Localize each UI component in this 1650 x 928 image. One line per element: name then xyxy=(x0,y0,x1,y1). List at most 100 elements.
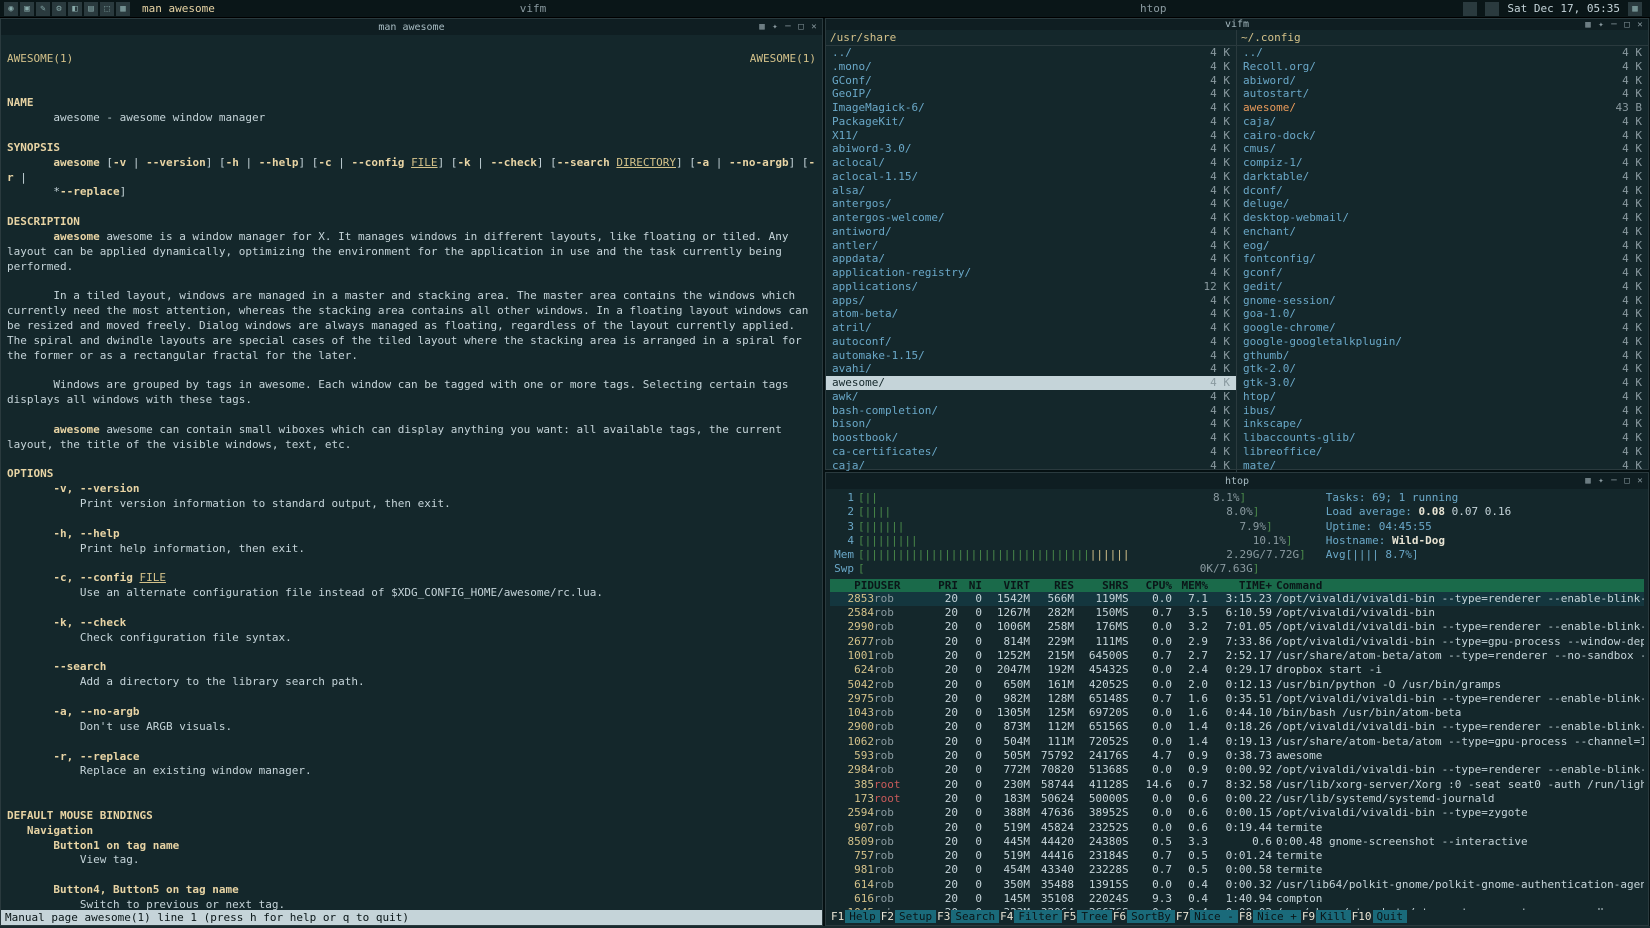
file-row[interactable]: antergos-welcome/4 K xyxy=(826,211,1236,225)
process-row[interactable]: 981 rob200454M4334023228 S0.70.50:00.58t… xyxy=(830,863,1644,877)
file-row[interactable]: fontconfig/4 K xyxy=(1237,252,1648,266)
file-row[interactable]: gnome-session/4 K xyxy=(1237,294,1648,308)
maximize-icon[interactable]: □ xyxy=(795,21,807,33)
process-row[interactable]: 907 rob200519M4582423252 S0.00.60:19.44t… xyxy=(830,821,1644,835)
layout-icon[interactable]: ▦ xyxy=(1628,2,1642,16)
file-row[interactable]: goa-1.0/4 K xyxy=(1237,307,1648,321)
process-row[interactable]: 593 rob200505M7579224176 S4.70.90:38.73a… xyxy=(830,749,1644,763)
file-row[interactable]: ../4 K xyxy=(826,46,1236,60)
fkey-sortby[interactable]: F6SortBy xyxy=(1112,910,1175,923)
process-row[interactable]: 2984 rob200772M7082051368 S0.00.90:00.92… xyxy=(830,763,1644,777)
process-row[interactable]: 2584 rob2001267M282M150M S0.73.56:10.59/… xyxy=(830,606,1644,620)
file-row[interactable]: aclocal-1.15/4 K xyxy=(826,170,1236,184)
file-row[interactable]: aclocal/4 K xyxy=(826,156,1236,170)
col-user[interactable]: USER xyxy=(874,579,930,592)
file-row[interactable]: antler/4 K xyxy=(826,239,1236,253)
file-row[interactable]: awk/4 K xyxy=(826,390,1236,404)
file-row[interactable]: boostbook/4 K xyxy=(826,431,1236,445)
process-row[interactable]: 1043 rob2001305M125M69720 S0.01.60:44.10… xyxy=(830,706,1644,720)
file-row[interactable]: autostart/4 K xyxy=(1237,87,1648,101)
file-row[interactable]: ../4 K xyxy=(1237,46,1648,60)
layout-icon[interactable]: ▦ xyxy=(1582,19,1594,31)
pin-icon[interactable]: ✦ xyxy=(1595,475,1607,487)
tray-icon[interactable]: ▦ xyxy=(116,2,130,16)
file-row[interactable]: gthumb/4 K xyxy=(1237,349,1648,363)
file-row[interactable]: caja/4 K xyxy=(826,459,1236,473)
file-row[interactable]: cairo-dock/4 K xyxy=(1237,129,1648,143)
col-ni[interactable]: NI xyxy=(958,579,982,592)
pin-icon[interactable]: ✦ xyxy=(1595,19,1607,31)
file-row[interactable]: gconf/4 K xyxy=(1237,266,1648,280)
fkey-quit[interactable]: F10Quit xyxy=(1351,910,1407,923)
file-row[interactable]: mate/4 K xyxy=(1237,459,1648,473)
file-row[interactable]: abiword/4 K xyxy=(1237,74,1648,88)
tray-icon[interactable]: ⬚ xyxy=(100,2,114,16)
close-icon[interactable]: ✕ xyxy=(1634,475,1646,487)
file-row[interactable]: libreoffice/4 K xyxy=(1237,445,1648,459)
file-row[interactable]: htop/4 K xyxy=(1237,390,1648,404)
file-row[interactable]: google-googletalkplugin/4 K xyxy=(1237,335,1648,349)
file-row[interactable]: Recoll.org/4 K xyxy=(1237,60,1648,74)
file-row[interactable]: gtk-3.0/4 K xyxy=(1237,376,1648,390)
tray-icon[interactable]: ✎ xyxy=(36,2,50,16)
file-row[interactable]: google-chrome/4 K xyxy=(1237,321,1648,335)
process-row[interactable]: 2900 rob200873M112M65156 S0.01.40:18.26/… xyxy=(830,720,1644,734)
maximize-icon[interactable]: □ xyxy=(1621,475,1633,487)
vifm-list-right[interactable]: ../4 KRecoll.org/4 Kabiword/4 Kautostart… xyxy=(1237,46,1648,541)
process-row[interactable]: 2677 rob200814M229M111M S0.02.97:33.86/o… xyxy=(830,635,1644,649)
file-row[interactable]: desktop-webmail/4 K xyxy=(1237,211,1648,225)
file-row[interactable]: gtk-2.0/4 K xyxy=(1237,362,1648,376)
file-row[interactable]: antiword/4 K xyxy=(826,225,1236,239)
col-res[interactable]: RES xyxy=(1030,579,1074,592)
col-shr[interactable]: SHR xyxy=(1074,579,1122,592)
layout-icon[interactable]: ▦ xyxy=(1582,475,1594,487)
file-row[interactable]: gedit/4 K xyxy=(1237,280,1648,294)
file-row[interactable]: bison/4 K xyxy=(826,417,1236,431)
file-row[interactable]: autoconf/4 K xyxy=(826,335,1236,349)
file-row[interactable]: bash-completion/4 K xyxy=(826,404,1236,418)
file-row[interactable]: ImageMagick-6/4 K xyxy=(826,101,1236,115)
file-row[interactable]: apps/4 K xyxy=(826,294,1236,308)
col-virt[interactable]: VIRT xyxy=(982,579,1030,592)
process-row[interactable]: 616 rob200145M3510822024 S9.30.41:40.94c… xyxy=(830,892,1644,906)
battery-icon[interactable] xyxy=(1463,2,1477,16)
file-row[interactable]: abiword-3.0/4 K xyxy=(826,142,1236,156)
process-row[interactable]: 1001 rob2001252M215M64500 S0.72.72:52.17… xyxy=(830,649,1644,663)
layout-icon[interactable]: ▦ xyxy=(756,21,768,33)
process-row[interactable]: 2594 rob200388M4763638952 S0.00.60:00.15… xyxy=(830,806,1644,820)
taskbar-entry[interactable]: vifm xyxy=(520,2,547,15)
file-row[interactable]: antergos/4 K xyxy=(826,197,1236,211)
file-row[interactable]: automake-1.15/4 K xyxy=(826,349,1236,363)
file-row[interactable]: atom-beta/4 K xyxy=(826,307,1236,321)
network-icon[interactable] xyxy=(1485,2,1499,16)
minimize-icon[interactable]: ─ xyxy=(1608,19,1620,31)
htop-process-list[interactable]: 2853 rob2001542M566M119M S0.07.13:15.23/… xyxy=(830,592,1644,910)
col-cpu[interactable]: CPU% xyxy=(1136,579,1172,592)
fkey-tree[interactable]: F5Tree xyxy=(1062,910,1112,923)
close-icon[interactable]: ✕ xyxy=(1634,19,1646,31)
file-row[interactable]: PackageKit/4 K xyxy=(826,115,1236,129)
man-content[interactable]: AWESOME(1)AWESOME(1) NAME awesome - awes… xyxy=(1,35,822,910)
process-row[interactable]: 2975 rob200982M128M65148 S0.71.60:35.51/… xyxy=(830,692,1644,706)
file-row[interactable]: libaccounts-glib/4 K xyxy=(1237,431,1648,445)
file-row[interactable]: GeoIP/4 K xyxy=(826,87,1236,101)
close-icon[interactable]: ✕ xyxy=(808,21,820,33)
fkey-setup[interactable]: F2Setup xyxy=(880,910,936,923)
file-row[interactable]: cmus/4 K xyxy=(1237,142,1648,156)
process-row[interactable]: 614 rob200350M3548813915 S0.00.40:00.32/… xyxy=(830,878,1644,892)
pin-icon[interactable]: ✦ xyxy=(769,21,781,33)
maximize-icon[interactable]: □ xyxy=(1621,19,1633,31)
tray-icon[interactable]: ⚙ xyxy=(52,2,66,16)
process-row[interactable]: 2990 rob2001006M258M176M S0.03.27:01.05/… xyxy=(830,620,1644,634)
tray-icon[interactable]: ▤ xyxy=(84,2,98,16)
fkey-search[interactable]: F3Search xyxy=(936,910,999,923)
file-row[interactable]: appdata/4 K xyxy=(826,252,1236,266)
tray-icon[interactable]: ◉ xyxy=(4,2,18,16)
process-row[interactable]: 385 root200230M5874441128 S14.60.78:32.5… xyxy=(830,778,1644,792)
file-row[interactable]: .mono/4 K xyxy=(826,60,1236,74)
file-row[interactable]: X11/4 K xyxy=(826,129,1236,143)
file-row[interactable]: darktable/4 K xyxy=(1237,170,1648,184)
fkey-filter[interactable]: F4Filter xyxy=(999,910,1062,923)
file-row[interactable]: eog/4 K xyxy=(1237,239,1648,253)
file-row[interactable]: applications/12 K xyxy=(826,280,1236,294)
